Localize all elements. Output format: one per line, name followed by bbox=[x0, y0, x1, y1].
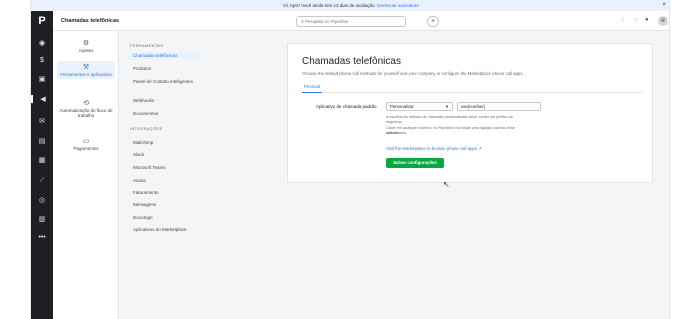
help-line: selecionado. bbox=[386, 131, 408, 135]
menu-item-slack[interactable]: Slack bbox=[130, 151, 200, 158]
subnav-item-ajustes[interactable]: ⚙ Ajustes bbox=[57, 39, 115, 53]
main-nav-rail: ◉ $ ▣ ◀ ✉ ▤ ▦ ⟋ ◎ ▥ ••• bbox=[31, 31, 53, 319]
menu-item-marketplace-apps[interactable]: Aplicativos do Marketplace bbox=[130, 226, 200, 233]
subnav-item-ferramentas[interactable]: ⚒ Ferramentas e aplicativos bbox=[57, 61, 115, 79]
help-icon[interactable]: ● bbox=[645, 17, 649, 23]
menu-item-asana[interactable]: Asana bbox=[130, 177, 200, 184]
quick-add-button[interactable]: + bbox=[427, 16, 439, 27]
calendar-icon[interactable]: ▣ bbox=[31, 75, 53, 83]
activities-icon[interactable]: ▤ bbox=[31, 137, 53, 145]
gear-icon: ⚙ bbox=[82, 40, 90, 47]
contacts-icon[interactable]: ▦ bbox=[31, 156, 53, 164]
automation-icon: ⟲ bbox=[83, 100, 89, 107]
lightbulb-icon[interactable]: ◌ bbox=[634, 17, 638, 23]
save-button[interactable]: Salvar configurações bbox=[386, 158, 444, 168]
menu-item-documentos[interactable]: Documentos bbox=[130, 110, 200, 117]
menu-item-produtos[interactable]: Produtos bbox=[130, 65, 200, 72]
menu-item-faturamento[interactable]: Faturamento bbox=[130, 189, 200, 196]
tab-pessoal[interactable]: Pessoal bbox=[302, 82, 323, 93]
menu-item-docusign[interactable]: DocuSign bbox=[130, 214, 200, 221]
tools-heading: FERRAMENTAS bbox=[130, 43, 164, 48]
default-call-app-label: Aplicativo de chamada padrão bbox=[316, 104, 377, 109]
marketplace-link[interactable]: Visit the Marketplace to browse phone ca… bbox=[386, 146, 482, 152]
settings-subnav: ⚙ Ajustes ⚒ Ferramentas e aplicativos ⟲ … bbox=[53, 31, 119, 319]
avatar[interactable]: R bbox=[658, 16, 668, 26]
chevron-down-icon: ▼ bbox=[445, 104, 449, 109]
custom-scheme-input[interactable]: xsa{number} bbox=[457, 102, 541, 111]
tools-icon: ⚒ bbox=[82, 64, 90, 71]
subnav-item-automatizacao[interactable]: ⟲ Automatização do fluxo de trabalho bbox=[57, 99, 115, 118]
trial-text: Oi, tqriz! Você ainda tem 13 dias de ava… bbox=[283, 3, 376, 8]
menu-item-mailchimp[interactable]: Mailchimp bbox=[130, 139, 200, 146]
app-frame: Oi, tqriz! Você ainda tem 13 dias de ava… bbox=[30, 0, 670, 319]
manage-subscription-link[interactable]: Gerenciar assinatura bbox=[377, 3, 419, 8]
mail-icon[interactable]: ✉ bbox=[31, 117, 53, 125]
menu-item-webhooks[interactable]: Webhooks bbox=[130, 97, 200, 104]
pipedrive-logo[interactable]: P bbox=[31, 11, 53, 31]
menu-item-mensagens[interactable]: Mensagens bbox=[130, 201, 200, 208]
subnav-item-pagamentos[interactable]: ▭ Pagamentos bbox=[57, 137, 115, 151]
menu-item-painel[interactable]: Painel de Contato Inteligentes bbox=[130, 78, 200, 85]
top-bar: P Chamadas telefônicas ⚲ Pesquisar no Pi… bbox=[31, 11, 669, 31]
close-banner-icon[interactable]: × bbox=[662, 0, 666, 11]
help-line: esquema. bbox=[386, 120, 403, 124]
page-title: Chamadas telefônicas bbox=[61, 18, 120, 24]
products-icon[interactable]: ◎ bbox=[31, 196, 53, 204]
call-app-select[interactable]: Personalizar ▼ bbox=[386, 102, 453, 111]
mouse-cursor-icon: ↖ bbox=[443, 180, 450, 189]
menu-item-chamadas[interactable]: Chamadas telefônicas bbox=[130, 52, 200, 59]
chart-icon[interactable]: ⫶ bbox=[622, 17, 624, 24]
search-placeholder: Pesquisar no Pipedrive bbox=[305, 19, 349, 24]
help-line: A escolha do método de chamada personali… bbox=[386, 115, 514, 119]
card-title: Chamadas telefônicas bbox=[302, 56, 401, 67]
insights-icon[interactable]: ⟋ bbox=[31, 177, 53, 185]
settings-card: Chamadas telefônicas Choose the default … bbox=[287, 43, 653, 183]
search-input[interactable]: ⚲ Pesquisar no Pipedrive bbox=[296, 16, 406, 27]
megaphone-icon[interactable]: ◀ bbox=[31, 95, 53, 103]
card-subtitle: Choose the default phone call methods fo… bbox=[302, 71, 524, 76]
marketplace-icon[interactable]: ▥ bbox=[31, 215, 53, 223]
tab-bar: Pessoal bbox=[302, 82, 642, 93]
menu-item-teams[interactable]: Microsoft Teams bbox=[130, 164, 200, 171]
dollar-icon[interactable]: $ bbox=[31, 57, 53, 64]
card-icon: ▭ bbox=[82, 138, 90, 145]
integrations-heading: INTEGRAÇÕES bbox=[130, 126, 163, 131]
target-icon[interactable]: ◉ bbox=[31, 39, 53, 47]
trial-banner: Oi, tqriz! Você ainda tem 13 dias de ava… bbox=[31, 0, 669, 11]
more-icon[interactable]: ••• bbox=[31, 234, 53, 241]
